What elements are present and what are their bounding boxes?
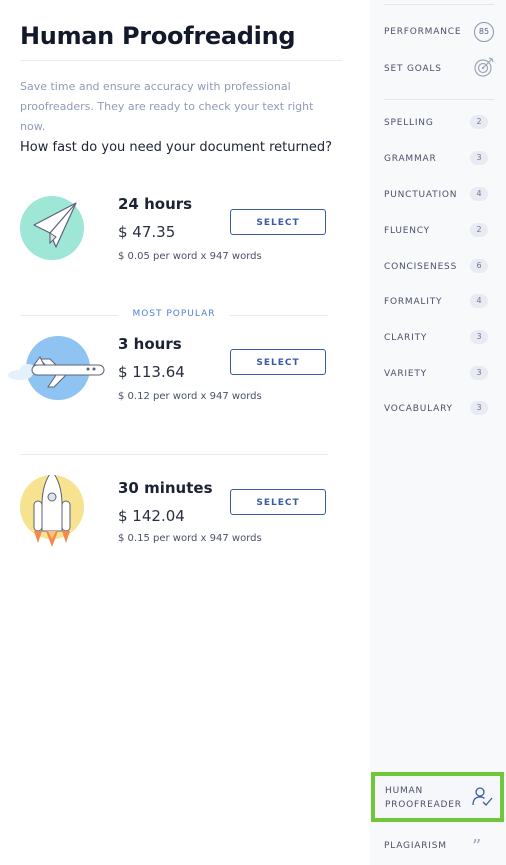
option-24-hours: 24 hours $ 47.35 $ 0.05 per word x 947 w… <box>20 195 330 275</box>
most-popular-label: MOST POPULAR <box>132 309 216 319</box>
sidebar-item-plagiarism[interactable]: PLAGIARISM <box>384 841 447 851</box>
category-label: FORMALITY <box>384 297 443 307</box>
sidebar-item-clarity[interactable]: CLARITY 3 <box>384 330 496 344</box>
sidebar-item-punctuation[interactable]: PUNCTUATION 4 <box>384 187 496 201</box>
rocket-icon <box>20 470 86 555</box>
category-label: FLUENCY <box>384 226 430 236</box>
category-label: GRAMMAR <box>384 154 437 164</box>
sidebar-item-conciseness[interactable]: CONCISENESS 6 <box>384 259 496 273</box>
category-label: PUNCTUATION <box>384 190 458 200</box>
category-count: 3 <box>470 366 488 380</box>
option-time: 30 minutes <box>118 479 213 497</box>
option-price: $ 142.04 <box>118 507 185 525</box>
option-price: $ 47.35 <box>118 223 176 241</box>
category-count: 3 <box>470 330 488 344</box>
set-goals-label: SET GOALS <box>384 64 442 74</box>
sidebar-item-human-proofreader[interactable]: HUMAN PROOFREADER <box>371 772 504 822</box>
sidebar: PERFORMANCE 85 SET GOALS SPELLING 2 GRAM… <box>370 0 506 865</box>
target-icon <box>473 56 495 78</box>
category-label: CLARITY <box>384 333 428 343</box>
category-count: 4 <box>470 187 488 201</box>
sidebar-item-vocabulary[interactable]: VOCABULARY 3 <box>384 401 496 415</box>
category-count: 2 <box>470 115 488 129</box>
option-time: 24 hours <box>118 195 193 213</box>
option-price-detail: $ 0.12 per word x 947 words <box>118 391 262 402</box>
airplane-icon <box>4 335 108 403</box>
select-30-minutes-button[interactable]: SELECT <box>230 489 326 515</box>
option-30-minutes: 30 minutes $ 142.04 $ 0.15 per word x 94… <box>20 470 330 555</box>
sidebar-divider <box>384 99 494 100</box>
sidebar-item-fluency[interactable]: FLUENCY 2 <box>384 223 496 237</box>
select-3-hours-button[interactable]: SELECT <box>230 349 326 375</box>
quote-icon: ” <box>472 836 482 857</box>
option-price: $ 113.64 <box>118 363 185 381</box>
sidebar-item-grammar[interactable]: GRAMMAR 3 <box>384 151 496 165</box>
category-count: 4 <box>470 294 488 308</box>
person-check-icon <box>471 786 493 808</box>
category-count: 3 <box>470 151 488 165</box>
category-label: VARIETY <box>384 369 427 379</box>
option-3-hours: 3 hours $ 113.64 $ 0.12 per word x 947 w… <box>4 335 330 415</box>
category-count: 2 <box>470 223 488 237</box>
page-title: Human Proofreading <box>20 22 296 50</box>
category-count: 3 <box>470 401 488 415</box>
page-subtitle: Save time and ensure accuracy with profe… <box>20 80 314 133</box>
sidebar-item-formality[interactable]: FORMALITY 4 <box>384 294 496 308</box>
category-label: VOCABULARY <box>384 404 453 414</box>
paper-plane-icon <box>20 195 86 261</box>
turnaround-question: How fast do you need your document retur… <box>20 140 332 155</box>
sidebar-item-spelling[interactable]: SPELLING 2 <box>384 115 496 129</box>
human-proofreader-label: HUMAN PROOFREADER <box>385 786 462 810</box>
sidebar-item-variety[interactable]: VARIETY 3 <box>384 366 496 380</box>
most-popular-divider: MOST POPULAR <box>20 309 328 323</box>
sidebar-divider <box>384 4 494 5</box>
option-time: 3 hours <box>118 335 182 353</box>
option-divider <box>20 454 328 455</box>
category-label: CONCISENESS <box>384 262 458 272</box>
performance-label: PERFORMANCE <box>384 27 462 37</box>
option-price-detail: $ 0.15 per word x 947 words <box>118 533 262 544</box>
select-24-hours-button[interactable]: SELECT <box>230 209 326 235</box>
performance-score-badge: 85 <box>474 22 494 42</box>
main-panel: Human Proofreading Save time and ensure … <box>0 0 370 865</box>
option-price-detail: $ 0.05 per word x 947 words <box>118 251 262 262</box>
title-divider <box>20 60 342 61</box>
category-count: 6 <box>470 259 488 273</box>
category-label: SPELLING <box>384 118 434 128</box>
